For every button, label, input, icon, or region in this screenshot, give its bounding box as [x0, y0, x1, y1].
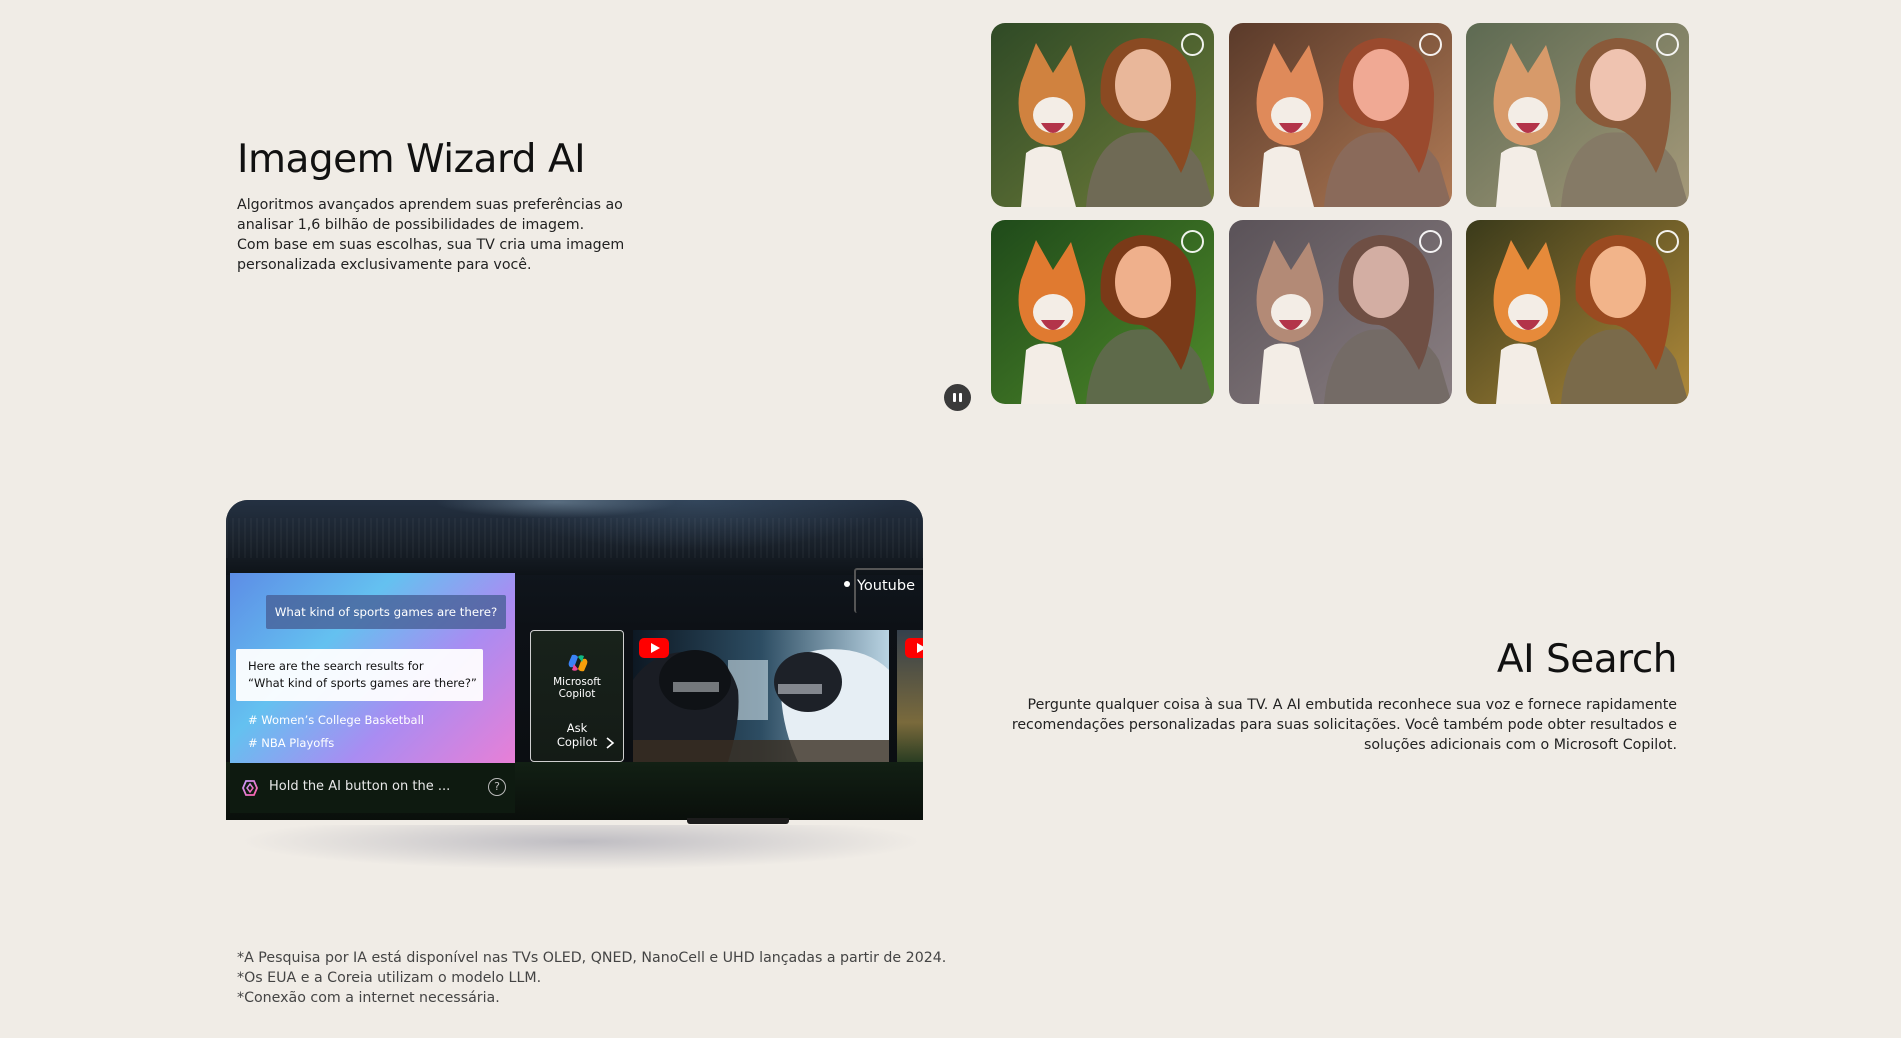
photo-option-1[interactable] — [991, 23, 1214, 207]
wizard-text-block: Imagem Wizard AI Algoritmos avançados ap… — [237, 137, 657, 275]
ai-search-description-line: recomendações personalizadas para suas s… — [1011, 716, 1677, 733]
ai-hint-text: Hold the AI button on the ... — [269, 779, 451, 794]
ask-copilot-tile[interactable]: Microsoft Copilot Ask Copilot — [530, 630, 624, 762]
page: Imagem Wizard AI Algoritmos avançados ap… — [0, 0, 1901, 1038]
woman-with-dog-image — [1466, 23, 1689, 207]
woman-with-dog-image — [991, 23, 1214, 207]
wizard-description-line: personalizada exclusivamente para você. — [237, 256, 532, 273]
ai-tag-nba-playoffs[interactable]: # NBA Playoffs — [248, 736, 334, 750]
tv-shadow — [241, 825, 921, 880]
select-circle-icon[interactable] — [1181, 230, 1204, 253]
photo-grid — [991, 23, 1689, 404]
tv-screen: What kind of sports games are there? Her… — [226, 500, 923, 820]
ask-copilot-line: Ask — [566, 721, 588, 735]
select-circle-icon[interactable] — [1418, 33, 1442, 56]
wizard-description-line: Algoritmos avançados aprendem suas prefe… — [237, 196, 623, 213]
photo-option-5[interactable] — [1228, 220, 1452, 404]
select-circle-icon[interactable] — [1656, 230, 1679, 253]
ai-search-title: AI Search — [1496, 637, 1678, 682]
ai-search-description-line: soluções adicionais com o Microsoft Copi… — [1363, 736, 1677, 753]
ai-chat-panel: What kind of sports games are there? Her… — [230, 573, 515, 763]
photo-option-6[interactable] — [1466, 220, 1689, 404]
copilot-name-line: Copilot — [558, 688, 596, 700]
copilot-name-line: Microsoft — [553, 676, 601, 688]
stadium-crowd — [226, 518, 923, 558]
select-circle-icon[interactable] — [1656, 33, 1679, 56]
ai-search-description-line: Pergunte qualquer coisa à sua TV. A AI e… — [1027, 696, 1677, 713]
youtube-play-icon — [905, 638, 923, 658]
copilot-logo-icon — [568, 654, 588, 672]
hockey-thumbnail — [633, 630, 889, 762]
wizard-title: Imagem Wizard AI — [237, 137, 586, 182]
copilot-name: Microsoft Copilot — [531, 676, 623, 700]
tv-stand — [687, 818, 789, 824]
chevron-right-icon — [606, 737, 615, 749]
footnote: *A Pesquisa por IA está disponível nas T… — [237, 950, 947, 966]
footnote: *Os EUA e a Coreia utilizam o modelo LLM… — [237, 970, 542, 986]
woman-with-dog-image — [991, 220, 1214, 404]
footnotes: *A Pesquisa por IA está disponível nas T… — [237, 948, 946, 1008]
pause-button[interactable] — [944, 384, 971, 411]
select-circle-icon[interactable] — [1181, 33, 1204, 56]
pause-icon — [953, 393, 956, 402]
photo-option-4[interactable] — [991, 220, 1214, 404]
ai-question-bubble: What kind of sports games are there? — [266, 595, 506, 629]
youtube-label: Youtube — [844, 578, 915, 594]
photo-option-2[interactable] — [1228, 23, 1452, 207]
youtube-video-tile-partial[interactable] — [897, 630, 923, 762]
tv-mockup: What kind of sports games are there? Her… — [226, 500, 923, 880]
woman-with-dog-image — [1228, 220, 1452, 404]
youtube-play-icon — [639, 638, 669, 658]
ai-answer-line: “What kind of sports games are there?” — [248, 676, 477, 690]
select-circle-icon[interactable] — [1418, 230, 1442, 253]
ai-hint-bar: Hold the AI button on the ... ? — [230, 763, 515, 813]
ai-tag-womens-basketball[interactable]: # Women’s College Basketball — [248, 713, 424, 727]
photo-option-3[interactable] — [1466, 23, 1689, 207]
wizard-description: Algoritmos avançados aprendem suas prefe… — [237, 195, 657, 275]
ai-answer-line: Here are the search results for — [248, 659, 424, 673]
help-icon[interactable]: ? — [488, 778, 506, 796]
woman-with-dog-image — [1228, 23, 1452, 207]
footnote: *Conexão com a internet necessária. — [237, 990, 500, 1006]
ai-search-text-block: AI Search Pergunte qualquer coisa à sua … — [977, 637, 1678, 755]
youtube-video-tile-hockey[interactable] — [633, 630, 889, 762]
ai-search-description: Pergunte qualquer coisa à sua TV. A AI e… — [977, 695, 1677, 755]
wizard-description-line: Com base em suas escolhas, sua TV cria u… — [237, 236, 625, 253]
ai-button-icon — [242, 780, 258, 796]
wizard-description-line: analisar 1,6 bilhão de possibilidades de… — [237, 216, 585, 233]
ai-answer-bubble: Here are the search results for “What ki… — [236, 649, 483, 701]
woman-with-dog-image — [1466, 220, 1689, 404]
